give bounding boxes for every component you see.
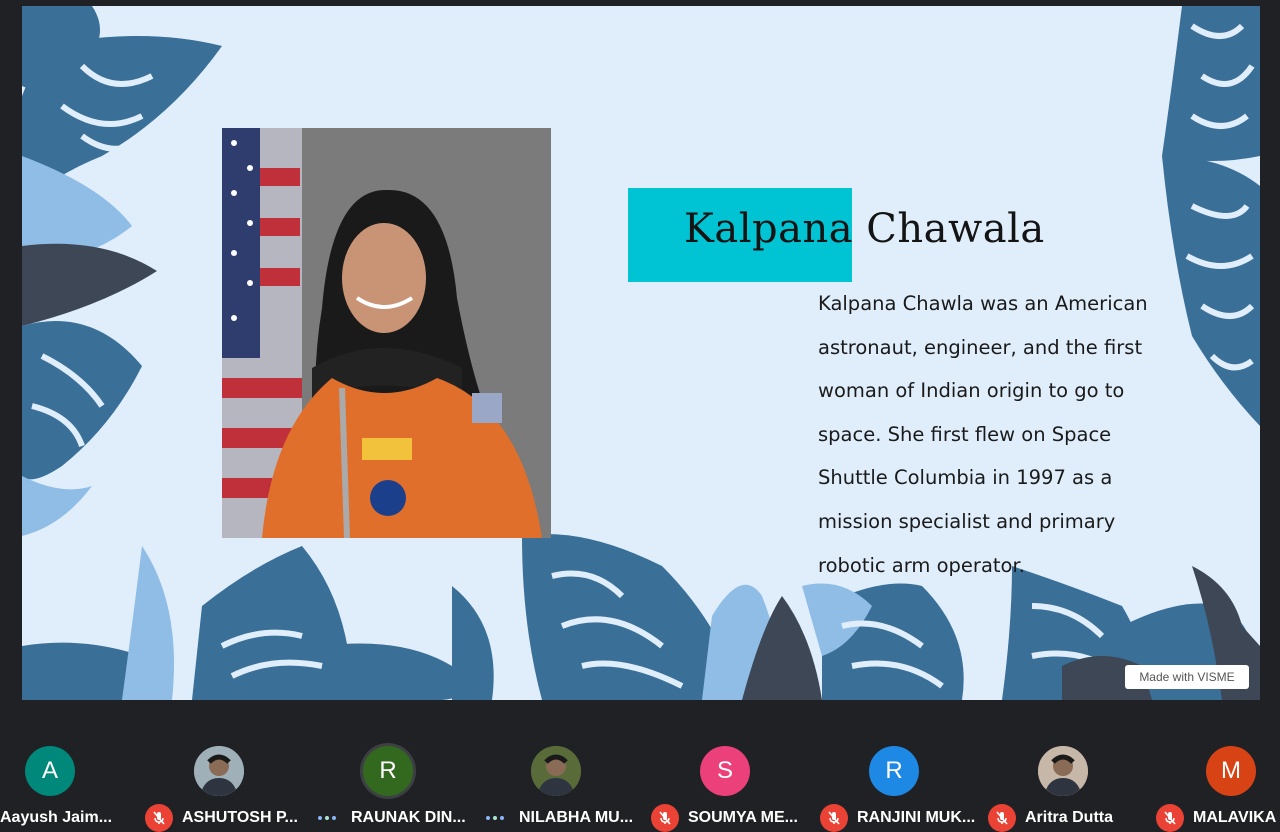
person-photo-icon [194,746,244,796]
participant-avatar: R [363,746,413,796]
mic-off-glyph-icon [1164,811,1176,825]
person-photo-icon [1038,746,1088,796]
participant-name: Aritra Dutta [1025,809,1114,826]
mic-off-glyph-icon [153,811,165,825]
avatar-initial: M [1221,757,1241,784]
participant-avatar [531,746,581,796]
avatar-initial: S [716,757,733,784]
participant-nameline: MALAVIKA A... [1156,804,1280,832]
astronaut-portrait-image [222,128,551,538]
participant-name: Aayush Jaim... [0,809,113,826]
participant-name: RANJINI MUK... [857,809,976,826]
audio-dots-icon [486,816,504,820]
participant-name: NILABHA MU... [519,809,634,826]
participant-nameline: NILABHA MU... [486,804,633,832]
audio-dots-icon [318,816,336,820]
participant-nameline: Aritra Dutta [988,804,1113,832]
participant-nameline: RAUNAK DIN... [318,804,466,832]
presentation-slide: Kalpana Chawala Kalpana Chawla was an Am… [22,6,1260,700]
participant-avatar: R [869,746,919,796]
mic-off-glyph-icon [996,811,1008,825]
participant-avatar [1038,746,1088,796]
visme-badge[interactable]: Made with VISME [1125,665,1249,689]
participant-nameline: ASHUTOSH P... [145,804,298,832]
participant-nameline: RANJINI MUK... [820,804,975,832]
participant-nameline: Aayush Jaim... [0,804,112,832]
slide-title: Kalpana Chawala [684,206,1045,252]
avatar-initial: A [41,757,58,784]
mic-off-icon [1156,804,1184,832]
avatar-initial: R [885,757,903,784]
mic-off-icon [651,804,679,832]
participant-avatar: S [700,746,750,796]
participant-avatar: A [25,746,75,796]
participant-nameline: SOUMYA ME... [651,804,798,832]
participant-avatar [194,746,244,796]
avatar-initial: R [379,757,397,784]
mic-off-glyph-icon [659,811,671,825]
participant-name: SOUMYA ME... [688,809,798,826]
mic-off-icon [988,804,1016,832]
mic-off-glyph-icon [828,811,840,825]
astronaut-portrait-icon [222,128,551,538]
participant-name: MALAVIKA A... [1193,809,1280,826]
participant-avatar: M [1206,746,1256,796]
person-photo-icon [531,746,581,796]
mic-off-icon [145,804,173,832]
slide-body-text: Kalpana Chawla was an American astronaut… [818,292,1148,577]
mic-off-icon [820,804,848,832]
participant-name: ASHUTOSH P... [182,809,298,826]
participant-name: RAUNAK DIN... [351,809,466,826]
participant-strip: A Aayush Jaim... ASHUTOSH P... R RAUNAK DIN.… [0,700,1280,832]
